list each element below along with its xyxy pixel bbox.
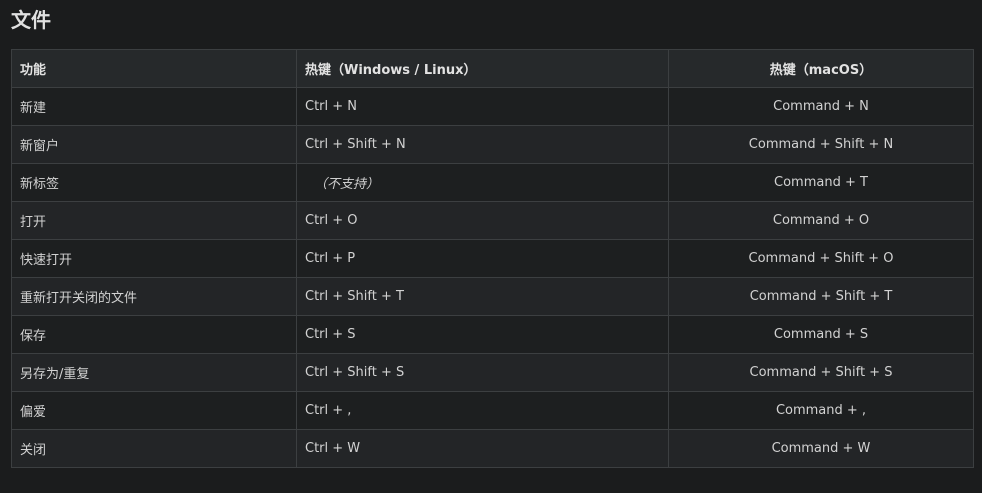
cell-macos: Command + Shift + O xyxy=(668,239,974,278)
cell-function: 新窗户 xyxy=(11,125,297,164)
cell-macos: Command + Shift + N xyxy=(668,125,974,164)
header-function: 功能 xyxy=(11,49,297,88)
cell-macos: Command + T xyxy=(668,163,974,202)
cell-function: 快速打开 xyxy=(11,239,297,278)
cell-windows-linux: （不支持） xyxy=(296,163,669,202)
shortcuts-table: 功能 热键（Windows / Linux） 热键（macOS） 新建 Ctrl… xyxy=(11,49,974,468)
cell-windows-linux: Ctrl + O xyxy=(296,201,669,240)
table-row: 关闭 Ctrl + W Command + W xyxy=(11,429,974,468)
table-row: 新标签 （不支持） Command + T xyxy=(11,163,974,202)
table-row: 另存为/重复 Ctrl + Shift + S Command + Shift … xyxy=(11,353,974,392)
table-row: 快速打开 Ctrl + P Command + Shift + O xyxy=(11,239,974,278)
cell-windows-linux: Ctrl + W xyxy=(296,429,669,468)
header-macos: 热键（macOS） xyxy=(668,49,974,88)
cell-function: 另存为/重复 xyxy=(11,353,297,392)
cell-windows-linux: Ctrl + N xyxy=(296,87,669,126)
cell-windows-linux: Ctrl + P xyxy=(296,239,669,278)
cell-function: 新标签 xyxy=(11,163,297,202)
cell-windows-linux: Ctrl + , xyxy=(296,391,669,430)
cell-function: 关闭 xyxy=(11,429,297,468)
cell-function: 偏爱 xyxy=(11,391,297,430)
cell-function: 重新打开关闭的文件 xyxy=(11,277,297,316)
cell-windows-linux: Ctrl + S xyxy=(296,315,669,354)
cell-function: 保存 xyxy=(11,315,297,354)
table-row: 打开 Ctrl + O Command + O xyxy=(11,201,974,240)
header-windows-linux: 热键（Windows / Linux） xyxy=(296,49,669,88)
cell-windows-linux: Ctrl + Shift + N xyxy=(296,125,669,164)
cell-macos: Command + W xyxy=(668,429,974,468)
cell-macos: Command + O xyxy=(668,201,974,240)
cell-windows-linux: Ctrl + Shift + T xyxy=(296,277,669,316)
cell-macos: Command + , xyxy=(668,391,974,430)
table-header-row: 功能 热键（Windows / Linux） 热键（macOS） xyxy=(11,49,974,88)
table-row: 偏爱 Ctrl + , Command + , xyxy=(11,391,974,430)
cell-macos: Command + Shift + S xyxy=(668,353,974,392)
table-row: 保存 Ctrl + S Command + S xyxy=(11,315,974,354)
table-row: 新窗户 Ctrl + Shift + N Command + Shift + N xyxy=(11,125,974,164)
table-row: 新建 Ctrl + N Command + N xyxy=(11,87,974,126)
section-title: 文件 xyxy=(11,8,51,32)
cell-windows-linux: Ctrl + Shift + S xyxy=(296,353,669,392)
cell-function: 打开 xyxy=(11,201,297,240)
unsupported-note: （不支持） xyxy=(314,177,380,192)
cell-macos: Command + Shift + T xyxy=(668,277,974,316)
table-row: 重新打开关闭的文件 Ctrl + Shift + T Command + Shi… xyxy=(11,277,974,316)
page: 文件 功能 热键（Windows / Linux） 热键（macOS） 新建 C… xyxy=(0,0,982,493)
cell-function: 新建 xyxy=(11,87,297,126)
cell-macos: Command + N xyxy=(668,87,974,126)
cell-macos: Command + S xyxy=(668,315,974,354)
